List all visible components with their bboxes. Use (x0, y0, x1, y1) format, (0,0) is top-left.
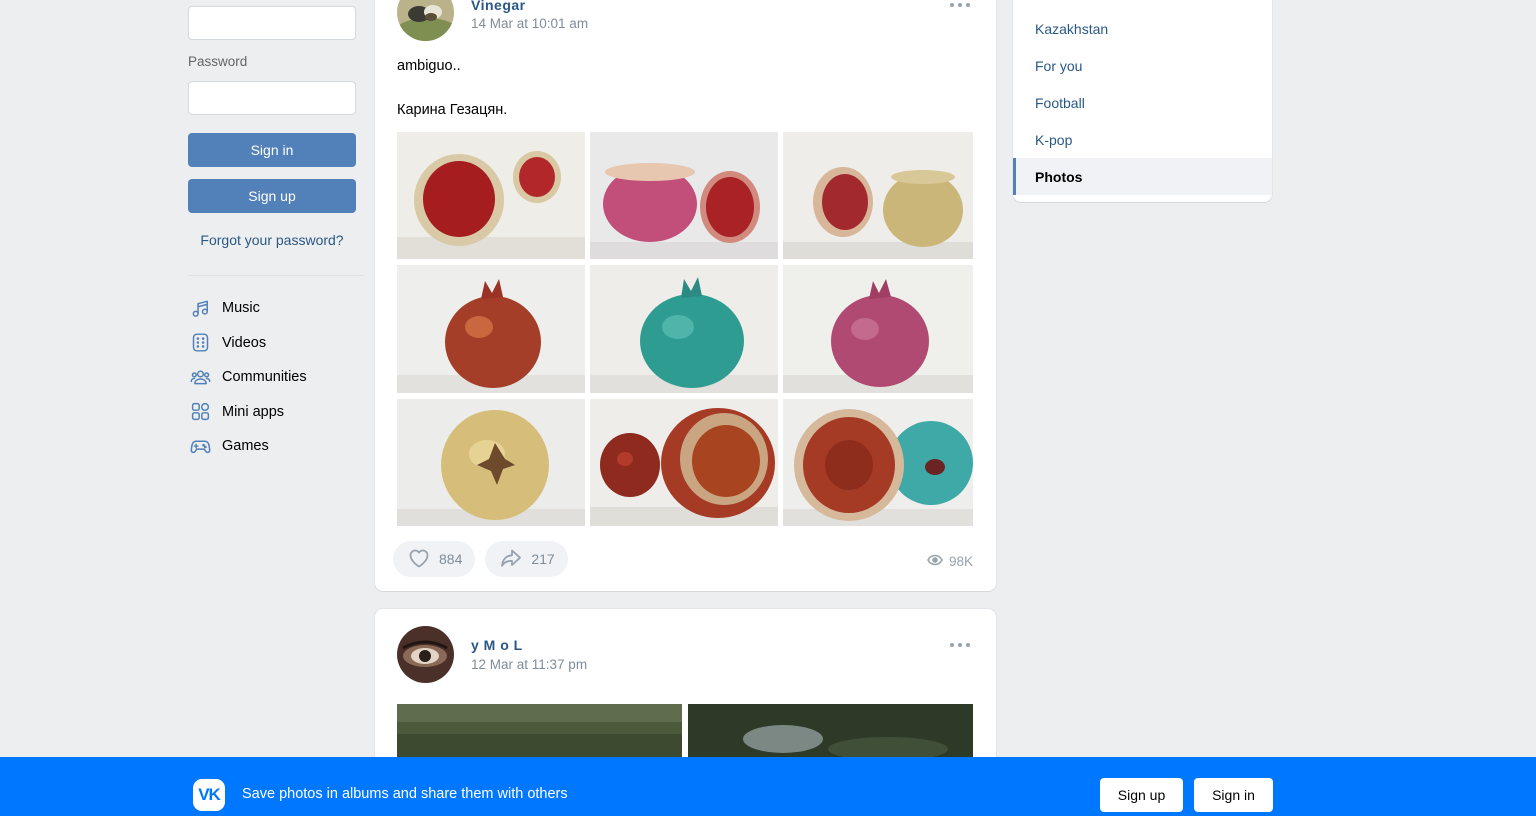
more-options-icon[interactable] (950, 1, 970, 9)
photo-gallery (397, 132, 973, 526)
banner-text: Save photos in albums and share them wit… (242, 786, 568, 802)
post-card: Vinegar 14 Mar at 10:01 am ambiguo.. Кар… (375, 0, 996, 591)
password-label: Password (188, 54, 248, 69)
menu-item-kazakhstan[interactable]: Kazakhstan (1013, 10, 1272, 47)
more-options-icon[interactable] (950, 641, 970, 649)
gamepad-icon (188, 434, 212, 458)
avatar[interactable] (397, 626, 454, 683)
left-divider (188, 275, 364, 276)
video-icon (188, 331, 212, 355)
heart-icon (407, 546, 431, 573)
post-text-line: ambiguo.. (397, 58, 461, 74)
menu-item-photos[interactable]: Photos (1013, 158, 1272, 195)
menu-item-for-you[interactable]: For you (1013, 47, 1272, 84)
views-counter: 98K (927, 552, 973, 571)
menu-item-k-pop[interactable]: K-pop (1013, 121, 1272, 158)
photo-thumbnail[interactable] (590, 132, 778, 259)
share-count: 217 (531, 551, 555, 567)
photo-thumbnail[interactable] (783, 265, 973, 393)
nav-label-videos: Videos (222, 334, 267, 351)
post-author[interactable]: Vinegar (471, 0, 526, 13)
photo-thumbnail[interactable] (590, 265, 778, 393)
post-text-line: Карина Гезацян. (397, 102, 508, 118)
communities-icon (188, 365, 212, 389)
photo-thumbnail[interactable] (688, 704, 973, 764)
signup-banner: VK Save photos in albums and share them … (0, 757, 1536, 816)
like-count: 884 (439, 551, 463, 567)
photo-thumbnail[interactable] (397, 132, 585, 259)
like-button[interactable]: 884 (393, 541, 476, 577)
password-input[interactable] (188, 81, 356, 115)
sign-up-button[interactable]: Sign up (188, 179, 356, 213)
nav-item-mini-apps[interactable]: Mini apps (188, 395, 364, 430)
share-icon (499, 546, 523, 573)
nav-label-communities: Communities (222, 369, 307, 386)
nav-item-videos[interactable]: Videos (188, 326, 364, 361)
post-date[interactable]: 12 Mar at 11:37 pm (471, 657, 587, 672)
login-input[interactable] (188, 6, 356, 40)
photo-thumbnail[interactable] (397, 704, 682, 764)
post-date[interactable]: 14 Mar at 10:01 am (471, 16, 588, 31)
eye-icon (927, 552, 943, 571)
nav-item-communities[interactable]: Communities (188, 360, 364, 395)
sign-in-button[interactable]: Sign in (188, 133, 356, 167)
photo-thumbnail[interactable] (397, 399, 585, 526)
photo-thumbnail[interactable] (783, 399, 973, 526)
nav-label-music: Music (222, 300, 260, 317)
avatar[interactable] (397, 0, 454, 41)
share-button[interactable]: 217 (485, 541, 568, 577)
vk-logo: VK (193, 779, 225, 811)
forgot-password-link[interactable]: Forgot your password? (188, 232, 356, 248)
music-icon (188, 296, 212, 320)
menu-item-football[interactable]: Football (1013, 84, 1272, 121)
nav-item-games[interactable]: Games (188, 429, 364, 464)
nav-item-music[interactable]: Music (188, 291, 364, 326)
mini-apps-icon (188, 400, 212, 424)
nav-label-games: Games (222, 438, 269, 455)
photo-thumbnail[interactable] (590, 399, 778, 526)
banner-sign-in-button[interactable]: Sign in (1194, 778, 1273, 812)
post-author[interactable]: y M o L (471, 637, 523, 653)
left-nav: Music Videos Communities Mini apps Games (188, 291, 364, 464)
nav-label-mini-apps: Mini apps (222, 403, 285, 420)
post-actions: 884 217 (393, 541, 568, 577)
photo-thumbnail[interactable] (783, 132, 973, 259)
right-menu: Kazakhstan For you Football K-pop Photos (1013, 0, 1272, 202)
views-count: 98K (948, 554, 973, 569)
photo-thumbnail[interactable] (397, 265, 585, 393)
banner-sign-up-button[interactable]: Sign up (1100, 778, 1183, 812)
